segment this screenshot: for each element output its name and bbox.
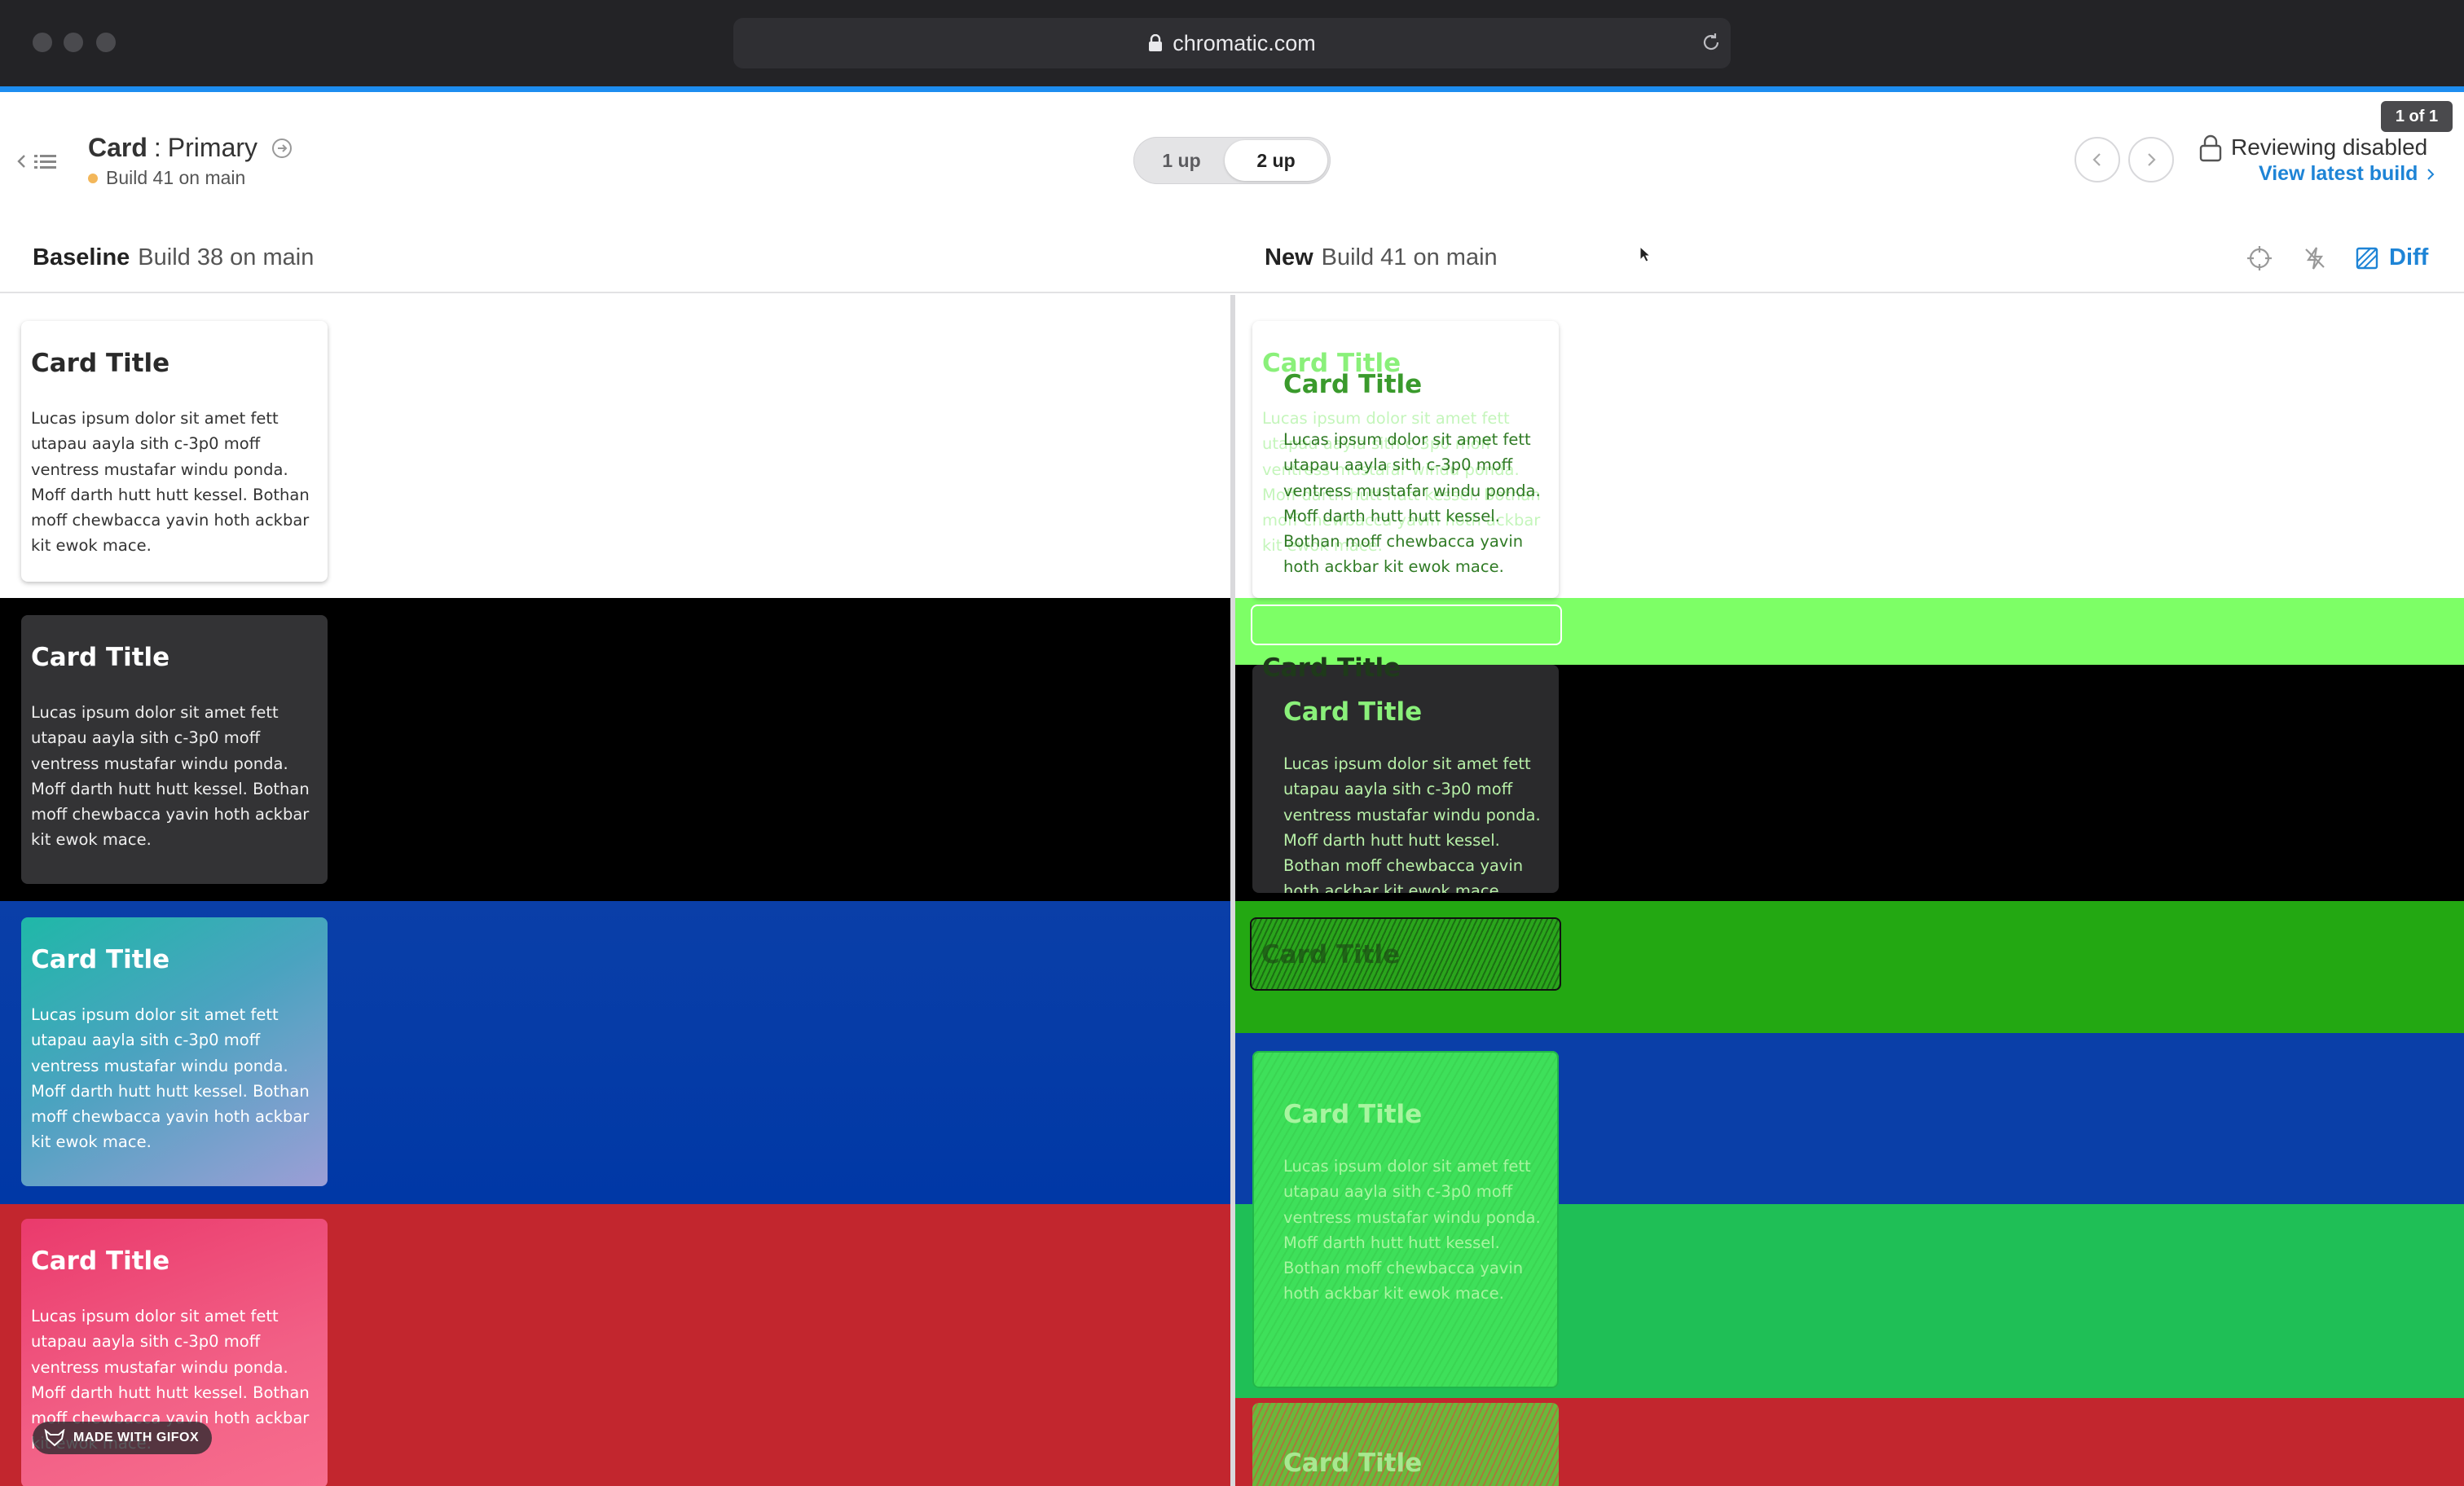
card-diff-hatched: Card Title: [1250, 917, 1561, 991]
watermark-text: MADE WITH GIFOX: [73, 1431, 200, 1444]
reviewing-status: Reviewing disabled: [2231, 134, 2428, 160]
new-title: New: [1265, 244, 1313, 270]
one-up-button[interactable]: 1 up: [1137, 140, 1226, 181]
title-separator: :: [153, 133, 161, 162]
card-dark: Card Title Lucas ipsum dolor sit amet fe…: [1252, 665, 1559, 893]
ghost-card-title: Card Title: [1261, 940, 1401, 969]
lock-icon: [1149, 34, 1163, 51]
window-zoom-button[interactable]: [96, 33, 116, 52]
browser-toolbar: chromatic.com: [0, 0, 2464, 86]
url-field[interactable]: chromatic.com: [733, 18, 1731, 68]
arrow-circle-icon[interactable]: [271, 137, 293, 160]
app-header: Card: Primary Build 41 on main 1 up 2 up …: [0, 92, 2464, 204]
story-name: Primary: [167, 133, 258, 162]
card-title: Card Title: [1283, 370, 1423, 399]
baseline-build: Build 38 on main: [138, 244, 315, 270]
card-text: Lucas ipsum dolor sit amet fett utapau a…: [31, 703, 310, 850]
build-status: Build 41 on main: [88, 167, 245, 189]
chevron-left-icon: [2092, 153, 2101, 166]
view-mode-toggle: 1 up 2 up: [1133, 137, 1331, 184]
chevron-left-icon: [17, 155, 25, 168]
page-title: Card: Primary: [88, 133, 293, 163]
chevron-right-icon: [2427, 168, 2435, 180]
chevron-right-icon: [2148, 153, 2156, 166]
status-dot: [88, 173, 98, 183]
two-up-button[interactable]: 2 up: [1225, 140, 1327, 181]
diff-toggle-button[interactable]: Diff: [2355, 244, 2428, 271]
baseline-pane: Card Title Lucas ipsum dolor sit amet fe…: [0, 295, 1230, 1486]
list-icon: [34, 155, 56, 169]
card-title: Card Title: [31, 945, 170, 974]
component-name: Card: [88, 133, 147, 162]
new-label: New Build 41 on main: [1265, 244, 1498, 271]
compare-header: Baseline Build 38 on main New Build 41 on …: [0, 204, 2464, 293]
new-build: Build 41 on main: [1321, 244, 1498, 270]
build-status-text: Build 41 on main: [106, 167, 246, 188]
card-text: Lucas ipsum dolor sit amet fett utapau a…: [1283, 1157, 1541, 1304]
card-title: Card Title: [1283, 697, 1423, 727]
next-button[interactable]: [2128, 137, 2174, 182]
gifox-watermark: MADE WITH GIFOX: [33, 1422, 213, 1454]
app-root: { "browser": { "url": "chromatic.com" },…: [0, 0, 2464, 1486]
window-close-button[interactable]: [33, 33, 52, 52]
diff-outline: [1251, 605, 1562, 645]
url-text: chromatic.com: [1173, 30, 1316, 55]
card-title: Card Title: [1283, 1449, 1423, 1478]
progress-bar: [0, 86, 2464, 92]
reload-icon[interactable]: [1700, 31, 1723, 54]
card-dark: Card Title Lucas ipsum dolor sit amet fe…: [21, 615, 328, 884]
card-text: Lucas ipsum dolor sit amet fett utapau a…: [1283, 754, 1541, 893]
view-latest-build-label: View latest build: [2259, 162, 2418, 185]
lock-icon: [2199, 134, 2222, 162]
card-white: Card Title Lucas ipsum dolor sit amet fe…: [21, 321, 328, 582]
crosshair-icon[interactable]: [2246, 244, 2273, 272]
card-diff-bottom: Card Title: [1252, 1403, 1559, 1486]
card-white: Card Title Lucas ipsum dolor sit amet fe…: [1252, 321, 1559, 598]
new-pane: Card Title Lucas ipsum dolor sit amet fe…: [1235, 295, 2464, 1486]
card-title: Card Title: [31, 1246, 170, 1276]
card-text: Lucas ipsum dolor sit amet fett utapau a…: [1283, 430, 1541, 577]
card-title: Card Title: [31, 349, 170, 378]
card-green: Card Title Lucas ipsum dolor sit amet fe…: [1252, 1051, 1559, 1388]
baseline-title: Baseline: [33, 244, 130, 270]
sidebar-toggle-button[interactable]: [15, 149, 59, 174]
card-text: Lucas ipsum dolor sit amet fett utapau a…: [31, 409, 310, 556]
ghost-card-title: Card Title: [1262, 653, 1401, 683]
fox-icon: [44, 1429, 65, 1447]
card-title: Card Title: [1283, 1100, 1423, 1129]
diff-label: Diff: [2389, 244, 2429, 270]
card-title: Card Title: [31, 643, 170, 672]
card-teal: Card Title Lucas ipsum dolor sit amet fe…: [21, 917, 328, 1186]
view-latest-build-link[interactable]: View latest build: [2259, 162, 2435, 186]
card-text: Lucas ipsum dolor sit amet fett utapau a…: [31, 1005, 310, 1152]
window-minimize-button[interactable]: [64, 33, 83, 52]
mouse-cursor: [1639, 246, 1651, 262]
baseline-label: Baseline Build 38 on main: [33, 244, 314, 271]
strobe-off-icon[interactable]: [2301, 244, 2329, 272]
counter-badge: 1 of 1: [2381, 101, 2453, 132]
diff-icon: [2356, 247, 2378, 269]
previous-button[interactable]: [2075, 137, 2120, 182]
